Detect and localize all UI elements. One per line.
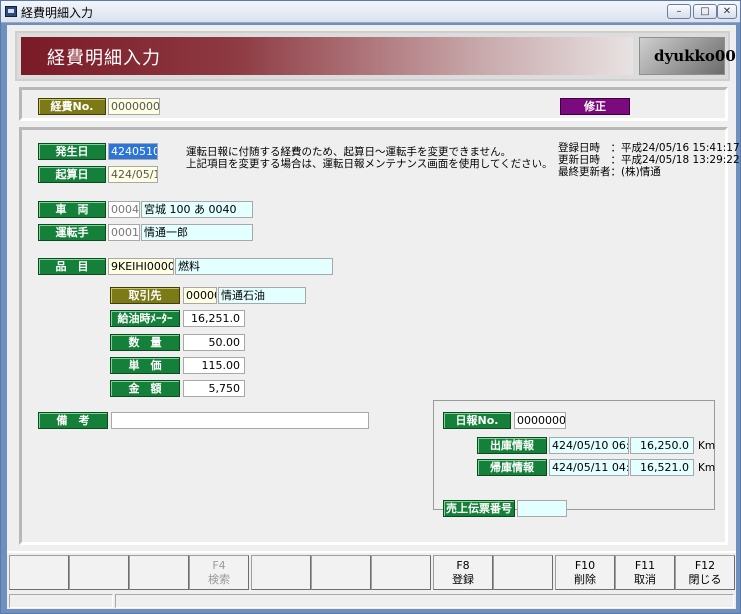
last-updated-by: 最終更新者：(株)情通 xyxy=(558,166,661,178)
main-form-panel: 発生日 4240510 起算日 424/05/10 運転日報に付随する経費のため… xyxy=(19,127,740,545)
fkey-f11-cancel[interactable]: F11 取消 xyxy=(615,555,675,590)
fkey-f8-register[interactable]: F8 登録 xyxy=(433,555,493,590)
page-title: 経費明細入力 xyxy=(47,48,161,69)
hinmoku-label: 品 目 xyxy=(38,258,106,275)
uriage-denpyo-label: 売上伝票番号 xyxy=(443,500,515,517)
kingaku-field[interactable]: 5,750 xyxy=(183,380,245,397)
status-bar xyxy=(7,593,736,609)
function-key-bar: F4 検索 F8 登録 F10 削除 F11 取消 F12 閉じる xyxy=(7,551,736,591)
mode-badge: 修正 xyxy=(560,98,630,115)
fkey-f5[interactable] xyxy=(251,555,311,590)
hassei-label: 発生日 xyxy=(38,143,106,160)
biko-input[interactable] xyxy=(111,412,369,429)
key-panel: 経費No. 000000001 修正 xyxy=(19,87,728,121)
company-logo: dyukko00 xyxy=(639,37,736,75)
shukko-km-unit: Km xyxy=(698,440,716,452)
fkey-f1[interactable] xyxy=(9,555,69,590)
created-datetime: 登録日時 ：平成24/05/16 15:41:17 xyxy=(558,142,740,154)
window-title: 経費明細入力 xyxy=(21,6,94,20)
keihi-no-label: 経費No. xyxy=(38,98,106,115)
fkey-f3[interactable] xyxy=(129,555,189,590)
app-icon xyxy=(5,6,17,17)
status-pane-1 xyxy=(9,594,113,608)
updated-datetime: 更新日時 ：平成24/05/18 13:29:22 xyxy=(558,154,740,166)
fkey-f10-delete[interactable]: F10 削除 xyxy=(555,555,615,590)
close-button[interactable]: ✕ xyxy=(717,4,737,19)
kingaku-label: 金 額 xyxy=(110,380,180,397)
title-bar: 経費明細入力 – □ ✕ xyxy=(1,1,740,23)
client-area: 経費明細入力 dyukko00 経費No. 000000001 修正 発生日 4… xyxy=(7,25,740,609)
nippo-no-field[interactable]: 000000001 xyxy=(514,412,566,429)
sharyo-code-field[interactable]: 00040 xyxy=(108,201,140,218)
torihiki-code-field[interactable]: 000009 xyxy=(183,287,217,304)
sharyo-name-field: 宮城 100 あ 0040 xyxy=(141,201,253,218)
status-pane-2 xyxy=(115,594,734,608)
notice-line-2: 上記項目を変更する場合は、運転日報メンテナンス画面を使用してください。 xyxy=(186,158,553,170)
fkey-f2[interactable] xyxy=(69,555,129,590)
sharyo-label: 車 両 xyxy=(38,201,106,218)
torihiki-label: 取引先 xyxy=(110,287,180,304)
kyuyu-meter-label: 給油時ﾒｰﾀｰ xyxy=(110,310,180,327)
suryo-field[interactable]: 50.00 xyxy=(183,334,245,351)
fkey-f7[interactable] xyxy=(371,555,431,590)
torihiki-name-field: 情通石油 xyxy=(218,287,306,304)
kisan-date-field: 424/05/10 xyxy=(108,166,158,183)
logo-text: dyukko00 xyxy=(654,47,736,65)
fkey-f4-search[interactable]: F4 検索 xyxy=(189,555,249,590)
shukko-label: 出庫情報 xyxy=(477,437,547,454)
kiko-km-unit: Km xyxy=(698,462,716,474)
fkey-f6[interactable] xyxy=(311,555,371,590)
kiko-datetime-field: 424/05/11 04:00 xyxy=(549,459,629,476)
fkey-f12-close[interactable]: F12 閉じる xyxy=(675,555,735,590)
hinmoku-code-field[interactable]: 9KEIHI000001 xyxy=(108,258,174,275)
header-panel: 経費明細入力 dyukko00 xyxy=(15,31,736,81)
hinmoku-name-field: 燃料 xyxy=(175,258,333,275)
fkey-f9[interactable] xyxy=(493,555,553,590)
minimize-button[interactable]: – xyxy=(667,4,691,19)
tanka-label: 単 価 xyxy=(110,357,180,374)
tanka-field[interactable]: 115.00 xyxy=(183,357,245,374)
hassei-date-input[interactable]: 4240510 xyxy=(108,143,158,160)
notice-line-1: 運転日報に付随する経費のため、起算日～運転手を変更できません。 xyxy=(186,146,512,158)
untenshu-name-field: 情通一郎 xyxy=(141,224,253,241)
maximize-button[interactable]: □ xyxy=(693,4,717,19)
kisan-label: 起算日 xyxy=(38,166,106,183)
kyuyu-meter-field[interactable]: 16,251.0 xyxy=(183,310,245,327)
untenshu-label: 運転手 xyxy=(38,224,106,241)
app-window: 経費明細入力 – □ ✕ 経費明細入力 dyukko00 経費No. 00000… xyxy=(0,0,741,614)
uriage-denpyo-field xyxy=(517,500,567,517)
suryo-label: 数 量 xyxy=(110,334,180,351)
title-banner: 経費明細入力 xyxy=(21,37,633,75)
untenshu-code-field[interactable]: 00010 xyxy=(108,224,140,241)
kiko-label: 帰庫情報 xyxy=(477,459,547,476)
kiko-km-field: 16,521.0 xyxy=(630,459,694,476)
keihi-no-field[interactable]: 000000001 xyxy=(108,98,160,115)
shukko-km-field: 16,250.0 xyxy=(630,437,694,454)
shukko-datetime-field: 424/05/10 06:00 xyxy=(549,437,629,454)
nippo-no-label: 日報No. xyxy=(443,412,511,429)
biko-label: 備 考 xyxy=(38,412,108,429)
